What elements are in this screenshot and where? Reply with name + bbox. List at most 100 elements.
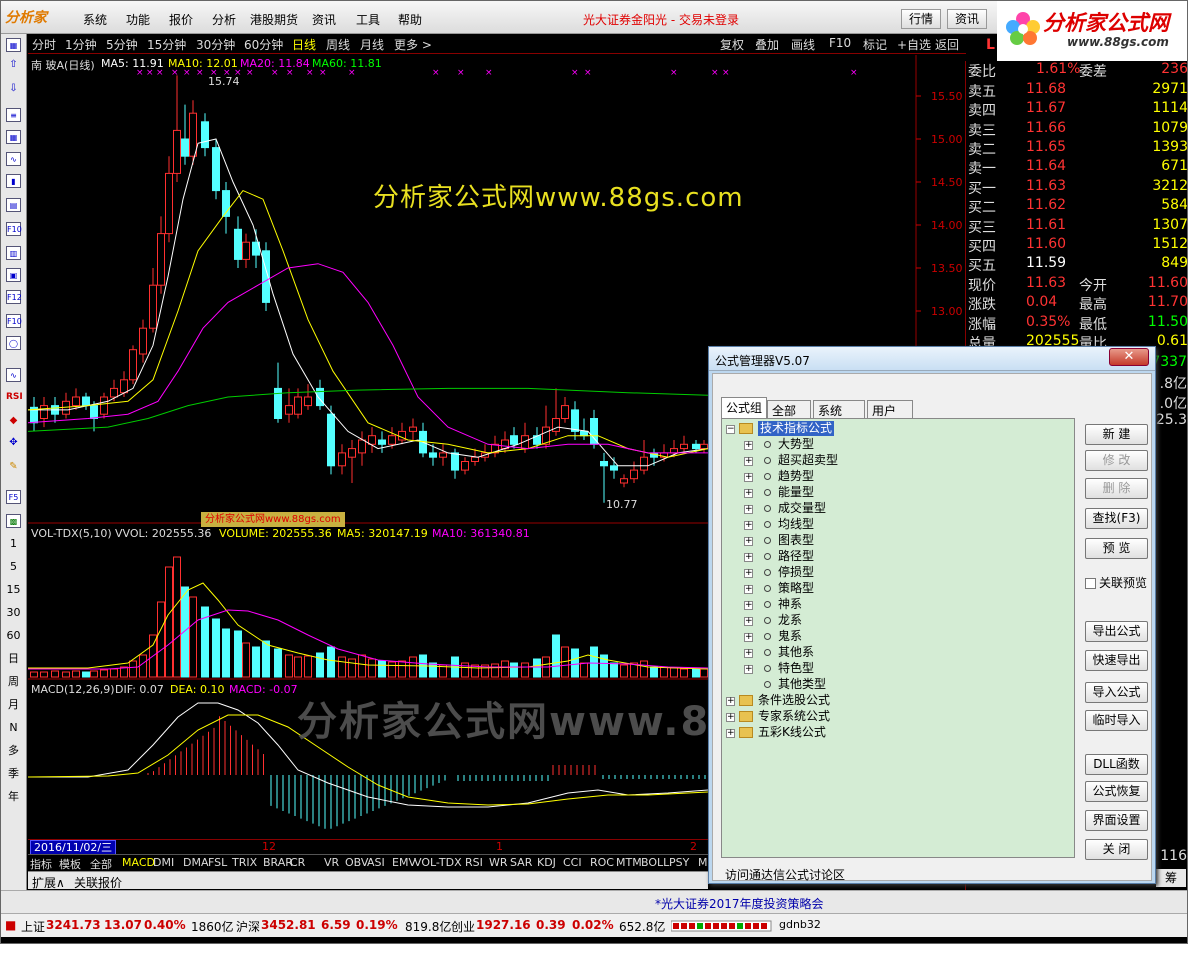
pen-icon[interactable]: ✎ — [6, 460, 21, 474]
cycle-month[interactable]: 月 — [6, 698, 21, 712]
tab-system[interactable]: 系统 — [813, 400, 865, 418]
expand-icon[interactable]: + — [744, 441, 753, 450]
dialog-action-7[interactable]: 关 闭 — [1085, 839, 1148, 860]
period-5[interactable]: 5 — [6, 560, 21, 574]
expand-icon[interactable]: + — [726, 729, 735, 738]
tree-node-11[interactable]: 龙系 — [778, 613, 802, 628]
indicator-tab-9[interactable]: CR — [290, 856, 305, 869]
period-tab[interactable]: 60分钟 — [244, 36, 283, 53]
dialog-action-0[interactable]: 导出公式 — [1085, 621, 1148, 642]
period-1[interactable]: 1 — [6, 537, 21, 551]
draw-button[interactable]: 画线 — [791, 36, 815, 53]
cycle-year[interactable]: 年 — [6, 790, 21, 804]
adjust-button[interactable]: 复权 — [720, 36, 744, 53]
period-tab[interactable]: 1分钟 — [65, 36, 97, 53]
period-60[interactable]: 60 — [6, 629, 21, 643]
dialog-action-4[interactable]: DLL函数 — [1085, 754, 1148, 775]
forum-link[interactable]: 访问通达信公式讨论区 — [725, 866, 845, 883]
tree-node-5[interactable]: 均线型 — [778, 517, 814, 532]
indicator-tab-23[interactable]: PSY — [669, 856, 689, 869]
tree-node-0[interactable]: 大势型 — [778, 437, 814, 452]
period-tab[interactable]: 5分钟 — [106, 36, 138, 53]
indicator-tab-21[interactable]: MTM — [616, 856, 642, 869]
f12-icon[interactable]: F12 — [6, 290, 22, 304]
menu-tools[interactable]: 工具 — [356, 11, 380, 28]
tree-node-14[interactable]: 特色型 — [778, 661, 814, 676]
dialog-button-1[interactable]: 修 改 — [1085, 450, 1148, 471]
quote-button[interactable]: 行情 — [901, 9, 941, 29]
f10-icon[interactable]: F10 — [6, 222, 22, 236]
chip-button[interactable]: 筹 — [1156, 869, 1186, 887]
tree-node-8[interactable]: 停损型 — [778, 565, 814, 580]
line-chart-icon[interactable]: ∿ — [6, 152, 21, 166]
indicator-tab-17[interactable]: SAR — [510, 856, 532, 869]
expand-icon[interactable]: + — [744, 649, 753, 658]
expand-button[interactable]: 扩展∧ — [32, 874, 65, 891]
checkbox-box[interactable] — [1085, 578, 1096, 589]
wave-icon[interactable]: ∿ — [6, 368, 21, 382]
overlay-button[interactable]: 叠加 — [755, 36, 779, 53]
info-text[interactable]: *光大证券2017年度投资策略会 — [655, 895, 824, 912]
dialog-action-1[interactable]: 快速导出 — [1085, 650, 1148, 671]
period-tab[interactable]: 30分钟 — [196, 36, 235, 53]
indicator-tab-5[interactable]: DMA — [183, 856, 209, 869]
tag-icon[interactable]: ◆ — [6, 414, 21, 428]
info-button[interactable]: 资讯 — [947, 9, 987, 29]
expand-icon[interactable]: + — [744, 665, 753, 674]
chart-icon[interactable]: ▦ — [6, 38, 21, 52]
cycle-week[interactable]: 周 — [6, 675, 21, 689]
menu-quote[interactable]: 报价 — [169, 11, 193, 28]
dialog-button-4[interactable]: 预 览 — [1085, 538, 1148, 559]
cycle-multi[interactable]: 多 — [6, 744, 21, 758]
tree-node-15[interactable]: 其他类型 — [778, 677, 826, 692]
tree-group-0[interactable]: 条件选股公式 — [758, 693, 830, 708]
image-icon[interactable]: ▩ — [6, 514, 21, 528]
indicator-tab-14[interactable]: VOL-TDX — [414, 856, 462, 869]
list-icon[interactable]: ≡ — [6, 108, 21, 122]
cycle-n[interactable]: N — [6, 721, 21, 735]
cycle-quarter[interactable]: 季 — [6, 767, 21, 781]
tree-node-4[interactable]: 成交量型 — [778, 501, 826, 516]
indicator-tab-7[interactable]: TRIX — [232, 856, 257, 869]
arrow-down-icon[interactable]: ⇩ — [6, 82, 21, 96]
f10-alt-icon[interactable]: F10 — [6, 314, 22, 328]
menu-help[interactable]: 帮助 — [398, 11, 422, 28]
indicator-tab-8[interactable]: BRAR — [263, 856, 293, 869]
indicator-tab-0[interactable]: 指标 — [30, 856, 52, 872]
candle-icon[interactable]: ▮ — [6, 174, 21, 188]
tree-node-9[interactable]: 策略型 — [778, 581, 814, 596]
dialog-button-0[interactable]: 新 建 — [1085, 424, 1148, 445]
dialog-action-6[interactable]: 界面设置 — [1085, 810, 1148, 831]
expand-icon[interactable]: + — [744, 617, 753, 626]
arrow-up-icon[interactable]: ⇧ — [6, 58, 21, 72]
preview-checkbox[interactable]: 关联预览 — [1085, 574, 1147, 591]
indicator-tab-10[interactable]: VR — [324, 856, 339, 869]
indicator-tab-3[interactable]: MACD — [122, 856, 155, 869]
indicator-tab-16[interactable]: WR — [489, 856, 508, 869]
menu-analysis[interactable]: 分析 — [212, 11, 236, 28]
close-icon[interactable]: ✕ — [1109, 348, 1149, 366]
collapse-icon[interactable]: − — [726, 425, 735, 434]
menu-hk-futures[interactable]: 港股期货 — [250, 11, 298, 28]
expand-icon[interactable]: + — [744, 505, 753, 514]
dialog-action-3[interactable]: 临时导入 — [1085, 710, 1148, 731]
period-15[interactable]: 15 — [6, 583, 21, 597]
indicator-tab-6[interactable]: FSL — [208, 856, 227, 869]
expand-icon[interactable]: + — [744, 633, 753, 642]
expand-icon[interactable]: + — [744, 473, 753, 482]
expand-icon[interactable]: + — [726, 713, 735, 722]
back-button[interactable]: 返回 — [935, 36, 959, 53]
indicator-tab-11[interactable]: OBV — [345, 856, 368, 869]
indicator-tab-19[interactable]: CCI — [563, 856, 582, 869]
expand-icon[interactable]: + — [744, 585, 753, 594]
menu-system[interactable]: 系统 — [83, 11, 107, 28]
menu-function[interactable]: 功能 — [126, 11, 150, 28]
mark-button[interactable]: 标记 — [863, 36, 887, 53]
indicator-tab-2[interactable]: 全部 — [90, 856, 112, 872]
expand-icon[interactable]: + — [744, 537, 753, 546]
dialog-action-5[interactable]: 公式恢复 — [1085, 781, 1148, 802]
tab-formula-group[interactable]: 公式组 — [721, 397, 768, 418]
indicator-tab-22[interactable]: BOLL — [641, 856, 669, 869]
period-30[interactable]: 30 — [6, 606, 21, 620]
indicator-tab-4[interactable]: DMI — [153, 856, 174, 869]
